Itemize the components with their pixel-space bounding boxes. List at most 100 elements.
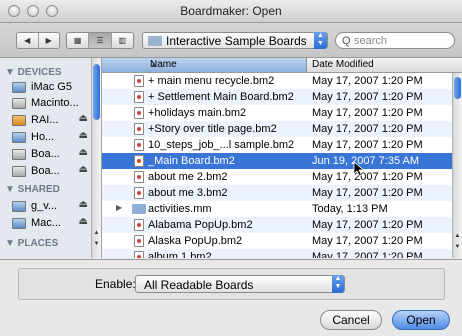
sidebar-scroll-thumb[interactable] (93, 64, 100, 120)
file-list: Name ▲ Date Modified + main menu recycle… (102, 58, 462, 258)
enable-popup[interactable]: All Readable Boards ▲ ▼ (135, 275, 345, 293)
list-view-icon: ☰ (96, 36, 104, 45)
file-name: about me 2.bm2 (148, 171, 228, 183)
date-column-header[interactable]: Date Modified (312, 59, 374, 70)
mouse-pointer-icon (353, 161, 365, 177)
sidebar-section-places[interactable]: ▼ PLACES (5, 238, 58, 249)
toolbar: ◀ ▶ ▦ ☰ ▥ Interactive Sample Boards vi ▲… (0, 23, 462, 58)
file-date: May 17, 2007 1:20 PM (312, 123, 423, 135)
sidebar-item-imac-g5[interactable]: iMac G5 (12, 80, 88, 96)
file-date: May 17, 2007 1:20 PM (312, 171, 423, 183)
board-file-icon (134, 139, 144, 151)
sidebar-item-mac[interactable]: Mac... ⏏ (12, 216, 88, 232)
open-button[interactable]: Open (392, 310, 450, 330)
sidebar-item-rai[interactable]: RAI... ⏏ (12, 113, 88, 129)
popup-arrows-icon: ▲ ▼ (332, 275, 344, 293)
eject-icon[interactable]: ⏏ (79, 130, 88, 141)
icon-view-button[interactable]: ▦ (67, 33, 88, 48)
file-list-scrollbar[interactable]: ▲ ▼ (452, 73, 462, 258)
file-name: + main menu recycle.bm2 (148, 75, 275, 87)
imac-icon (12, 82, 26, 93)
file-date: May 17, 2007 1:20 PM (312, 251, 423, 258)
file-date: May 17, 2007 1:20 PM (312, 235, 423, 247)
disclosure-triangle-icon[interactable]: ▶ (116, 203, 122, 212)
file-date: May 17, 2007 1:20 PM (312, 219, 423, 231)
sidebar: ▼ DEVICES iMac G5 Macinto... RAI... ⏏ Ho… (0, 58, 102, 258)
file-row[interactable]: about me 3.bm2 May 17, 2007 1:20 PM (102, 185, 454, 201)
scroll-down-arrow-icon[interactable]: ▼ (92, 239, 101, 249)
file-list-scroll-thumb[interactable] (454, 77, 461, 99)
eject-icon[interactable]: ⏏ (79, 216, 88, 227)
scroll-up-arrow-icon[interactable]: ▲ (92, 228, 101, 238)
scroll-down-arrow-icon[interactable]: ▼ (453, 242, 462, 252)
board-file-icon (134, 91, 144, 103)
file-name: Alaska PopUp.bm2 (148, 235, 243, 247)
forward-button[interactable]: ▶ (37, 33, 60, 48)
sidebar-item-label: iMac G5 (31, 81, 72, 93)
column-header-bar: Name ▲ Date Modified (102, 58, 462, 73)
file-row[interactable]: Alaska PopUp.bm2 May 17, 2007 1:20 PM (102, 233, 454, 249)
file-name: +holidays main.bm2 (148, 107, 247, 119)
sidebar-item-label: Boa... (31, 148, 60, 160)
drive-icon (12, 132, 26, 143)
search-field[interactable]: Q (335, 32, 455, 49)
network-icon (12, 201, 26, 212)
sidebar-item-macintosh[interactable]: Macinto... (12, 96, 88, 112)
eject-icon[interactable]: ⏏ (79, 147, 88, 158)
accessory-area: Enable: All Readable Boards ▲ ▼ Cancel Op… (0, 259, 462, 336)
board-file-icon (134, 235, 144, 247)
file-row[interactable]: about me 2.bm2 May 17, 2007 1:20 PM (102, 169, 454, 185)
cancel-button[interactable]: Cancel (320, 310, 382, 330)
sidebar-item-ho[interactable]: Ho... ⏏ (12, 130, 88, 146)
sidebar-item-boa-1[interactable]: Boa... ⏏ (12, 147, 88, 163)
filter-panel: Enable: All Readable Boards ▲ ▼ (18, 268, 445, 300)
location-popup[interactable]: Interactive Sample Boards vi ▲ ▼ (142, 32, 328, 49)
search-icon: Q (342, 35, 351, 47)
file-row[interactable]: Alabama PopUp.bm2 May 17, 2007 1:20 PM (102, 217, 454, 233)
board-file-icon (134, 123, 144, 135)
popup-arrows-icon: ▲ ▼ (314, 32, 327, 49)
scroll-up-arrow-icon[interactable]: ▲ (453, 231, 462, 241)
disk-icon (12, 149, 26, 160)
board-file-icon (134, 171, 144, 183)
back-forward-control: ◀ ▶ (16, 32, 60, 49)
sidebar-item-g-v[interactable]: g_v... ⏏ (12, 199, 88, 215)
eject-icon[interactable]: ⏏ (79, 199, 88, 210)
file-row[interactable]: +Story over title page.bm2 May 17, 2007 1… (102, 121, 454, 137)
name-column-header[interactable]: Name ▲ (102, 58, 307, 72)
file-row[interactable]: +holidays main.bm2 May 17, 2007 1:20 PM (102, 105, 454, 121)
column-view-icon: ▥ (118, 36, 127, 45)
search-input[interactable] (354, 34, 449, 47)
file-row[interactable]: 10_steps_job_...l sample.bm2 May 17, 2007… (102, 137, 454, 153)
board-file-icon (134, 155, 144, 167)
file-row[interactable]: + Settlement Main Board.bm2 May 17, 2007 … (102, 89, 454, 105)
sidebar-item-label: Mac... (31, 217, 61, 229)
eject-icon[interactable]: ⏏ (79, 164, 88, 175)
back-button[interactable]: ◀ (17, 33, 38, 48)
file-date: May 17, 2007 1:20 PM (312, 75, 423, 87)
list-view-button[interactable]: ☰ (88, 33, 111, 48)
sidebar-section-devices[interactable]: ▼ DEVICES (5, 67, 62, 78)
sidebar-scrollbar[interactable]: ▲ ▼ (91, 58, 101, 258)
enable-value: All Readable Boards (144, 278, 254, 292)
file-row[interactable]: album 1.bm2 May 17, 2007 1:20 PM (102, 249, 454, 258)
folder-icon (132, 204, 146, 214)
file-date: May 17, 2007 1:20 PM (312, 187, 423, 199)
enable-label: Enable: (95, 277, 136, 291)
title-bar: Boardmaker: Open (0, 0, 462, 23)
sidebar-item-boa-2[interactable]: Boa... ⏏ (12, 164, 88, 180)
file-row[interactable]: + main menu recycle.bm2 May 17, 2007 1:20… (102, 73, 454, 89)
file-row[interactable]: ▶ activities.mm Today, 1:13 PM (102, 201, 454, 217)
column-view-button[interactable]: ▥ (110, 33, 133, 48)
window-title: Boardmaker: Open (180, 4, 282, 18)
network-icon (12, 218, 26, 229)
icon-view-icon: ▦ (73, 36, 82, 45)
file-name: about me 3.bm2 (148, 187, 228, 199)
sidebar-section-shared[interactable]: ▼ SHARED (5, 184, 60, 195)
board-file-icon (134, 219, 144, 231)
board-file-icon (134, 251, 144, 258)
eject-icon[interactable]: ⏏ (79, 113, 88, 124)
file-name: album 1.bm2 (148, 251, 212, 258)
file-row-selected[interactable]: _Main Board.bm2 Jun 19, 2007 7:35 AM (102, 153, 454, 169)
board-file-icon (134, 75, 144, 87)
